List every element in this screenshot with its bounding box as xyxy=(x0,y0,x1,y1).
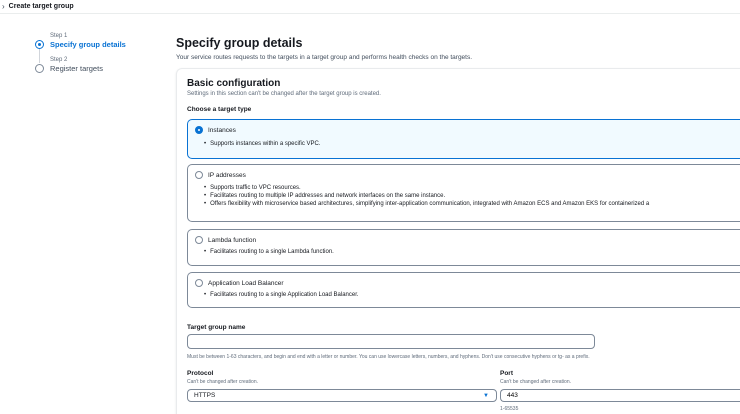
option-label: Instances xyxy=(208,126,236,134)
list-item: Supports traffic to VPC resources. xyxy=(210,184,649,192)
step-indicator-icon xyxy=(35,40,44,49)
step-number: Step 1 xyxy=(50,33,68,39)
page-description: Your service routes requests to the targ… xyxy=(176,54,473,61)
protocol-select[interactable]: HTTPS ▼ xyxy=(187,389,497,402)
step-title[interactable]: Specify group details xyxy=(50,40,155,50)
list-item: Facilitates routing to a single Applicat… xyxy=(210,291,358,299)
port-label: Port xyxy=(500,370,513,377)
list-item: Supports instances within a specific VPC… xyxy=(210,140,320,148)
basic-configuration-panel: Basic configuration Settings in this sec… xyxy=(176,68,740,414)
wizard-steps: Step 1 Specify group details Step 2 Regi… xyxy=(35,32,155,80)
radio-selected-icon[interactable] xyxy=(195,126,203,134)
protocol-value: HTTPS xyxy=(194,392,216,399)
protocol-label: Protocol xyxy=(187,370,214,377)
target-type-instances[interactable]: Instances Supports instances within a sp… xyxy=(187,119,740,159)
step-title: Register targets xyxy=(50,64,103,73)
breadcrumb: › Create target group xyxy=(0,0,740,12)
radio-icon[interactable] xyxy=(195,171,203,179)
target-group-name-label: Target group name xyxy=(187,324,246,331)
option-label: Lambda function xyxy=(208,236,257,244)
step-indicator-icon xyxy=(35,64,44,73)
target-type-lambda-function[interactable]: Lambda function Facilitates routing to a… xyxy=(187,229,740,266)
protocol-hint: Can't be changed after creation. xyxy=(187,379,259,385)
target-group-name-input[interactable] xyxy=(187,334,595,349)
step-1[interactable]: Step 1 Specify group details xyxy=(35,32,155,50)
section-description: Settings in this section can't be change… xyxy=(187,91,381,97)
list-item: Offers flexibility with microservice bas… xyxy=(210,200,649,208)
option-bullets: Supports traffic to VPC resources. Facil… xyxy=(210,184,649,208)
divider xyxy=(0,13,740,14)
target-type-application-load-balancer[interactable]: Application Load Balancer Facilitates ro… xyxy=(187,272,740,308)
step-number: Step 2 xyxy=(50,57,68,63)
section-title: Basic configuration xyxy=(187,78,281,89)
radio-icon[interactable] xyxy=(195,236,203,244)
list-item: Facilitates routing to a single Lambda f… xyxy=(210,248,334,256)
option-bullets: Facilitates routing to a single Lambda f… xyxy=(210,248,334,256)
option-bullets: Supports instances within a specific VPC… xyxy=(210,140,320,148)
step-2: Step 2 Register targets xyxy=(35,56,155,74)
page-header: Specify group details Your service route… xyxy=(176,36,740,62)
chevron-right-icon: › xyxy=(2,1,5,11)
list-item: Facilitates routing to multiple IP addre… xyxy=(210,192,649,200)
port-input[interactable] xyxy=(500,389,740,402)
radio-icon[interactable] xyxy=(195,279,203,287)
page-title: Specify group details xyxy=(176,36,303,50)
target-type-ip-addresses[interactable]: IP addresses Supports traffic to VPC res… xyxy=(187,164,740,222)
option-label: Application Load Balancer xyxy=(208,279,284,287)
target-type-label: Choose a target type xyxy=(187,106,252,113)
target-group-name-hint: Must be between 1-63 characters, and beg… xyxy=(187,354,590,360)
breadcrumb-title: Create target group xyxy=(8,2,74,10)
port-hint: Can't be changed after creation. xyxy=(500,379,572,385)
port-range-hint: 1-65535 xyxy=(500,406,519,412)
caret-down-icon[interactable]: ▼ xyxy=(483,393,489,399)
option-bullets: Facilitates routing to a single Applicat… xyxy=(210,291,358,299)
option-label: IP addresses xyxy=(208,171,246,179)
